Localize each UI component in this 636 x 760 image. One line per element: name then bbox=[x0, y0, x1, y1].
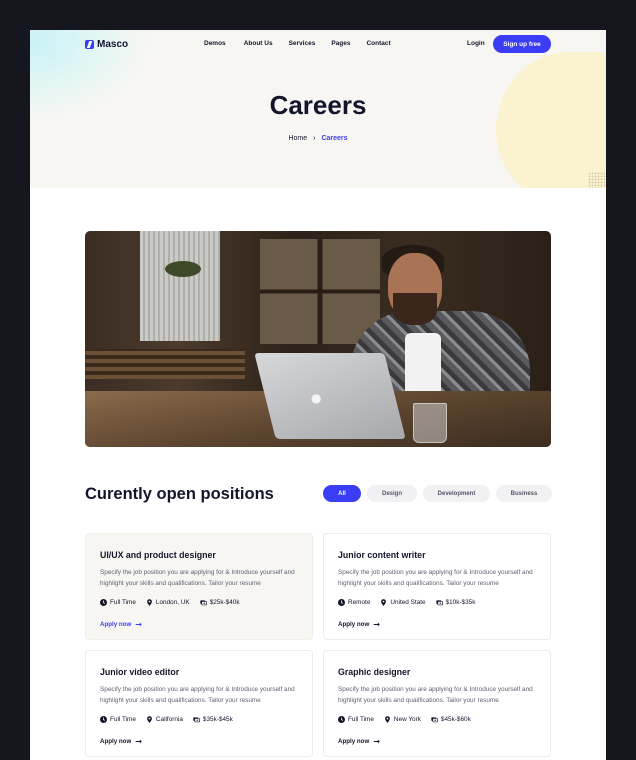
job-location: New York bbox=[384, 716, 421, 723]
apply-now-link[interactable]: Apply now → bbox=[338, 737, 380, 746]
photo-plant bbox=[165, 261, 201, 277]
photo-wall bbox=[140, 231, 220, 341]
arrow-right-icon: → bbox=[373, 620, 380, 629]
clock-icon bbox=[100, 599, 107, 606]
job-title: UI/UX and product designer bbox=[100, 550, 216, 560]
job-salary: $35k-$45k bbox=[193, 716, 233, 723]
location-pin-icon bbox=[147, 599, 152, 606]
job-meta: Full Time New York $45k-$60k bbox=[338, 716, 481, 723]
logo-bolt-icon bbox=[85, 40, 94, 49]
breadcrumb-separator-icon: › bbox=[313, 135, 316, 142]
location-pin-icon bbox=[385, 716, 390, 723]
hero-dot-pattern bbox=[588, 172, 606, 188]
nav-item-demos[interactable]: Demos bbox=[204, 40, 226, 47]
photo-laptop bbox=[254, 353, 406, 439]
clock-icon bbox=[338, 716, 345, 723]
money-icon bbox=[431, 717, 438, 723]
clock-icon bbox=[338, 599, 345, 606]
arrow-right-icon: → bbox=[135, 620, 142, 629]
apply-now-link[interactable]: Apply now → bbox=[338, 620, 380, 629]
money-icon bbox=[435, 600, 443, 606]
login-link[interactable]: Login bbox=[467, 40, 485, 47]
apple-logo-icon: ● bbox=[311, 391, 322, 405]
arrow-right-icon: → bbox=[135, 737, 142, 746]
signup-button[interactable]: Sign up free bbox=[493, 35, 551, 53]
breadcrumb: Home › Careers bbox=[30, 135, 606, 142]
clock-icon bbox=[100, 716, 107, 723]
hero-section: Masco Demos About Us Services Pages Cont… bbox=[30, 30, 606, 188]
job-salary: $45k-$60k bbox=[431, 716, 471, 723]
job-location: California bbox=[146, 716, 183, 723]
photo-bench bbox=[85, 349, 245, 379]
job-description: Specify the job position you are applyin… bbox=[100, 569, 295, 587]
money-icon bbox=[200, 600, 207, 606]
money-icon bbox=[193, 717, 200, 723]
job-type: Full Time bbox=[100, 599, 136, 606]
job-title: Junior video editor bbox=[100, 667, 180, 677]
nav-item-pages[interactable]: Pages bbox=[331, 40, 350, 47]
nav-item-about[interactable]: About Us bbox=[244, 40, 273, 47]
positions-title: Curently open positions bbox=[85, 485, 274, 503]
position-filters: All Design Development Business bbox=[323, 485, 552, 502]
job-title: Junior content writer bbox=[338, 550, 426, 560]
job-location: United State bbox=[380, 599, 426, 606]
job-title: Graphic designer bbox=[338, 667, 411, 677]
nav-item-contact[interactable]: Contact bbox=[366, 40, 390, 47]
main-menu: Demos About Us Services Pages Contact bbox=[204, 40, 391, 47]
job-card[interactable]: UI/UX and product designer Specify the j… bbox=[85, 533, 313, 640]
apply-now-link[interactable]: Apply now → bbox=[100, 737, 142, 746]
job-description: Specify the job position you are applyin… bbox=[338, 686, 533, 704]
page-frame: Masco Demos About Us Services Pages Cont… bbox=[30, 30, 606, 760]
photo-glass bbox=[413, 403, 447, 443]
filter-design[interactable]: Design bbox=[367, 485, 417, 502]
job-salary: $25k-$40k bbox=[200, 599, 240, 606]
job-meta: Full Time London, UK $25k-$40k bbox=[100, 599, 250, 606]
job-description: Specify the job position you are applyin… bbox=[338, 569, 533, 587]
filter-all[interactable]: All bbox=[323, 485, 361, 502]
nav-item-services[interactable]: Services bbox=[289, 40, 316, 47]
breadcrumb-home[interactable]: Home bbox=[288, 135, 307, 142]
job-description: Specify the job position you are applyin… bbox=[100, 686, 295, 704]
logo-text: Masco bbox=[97, 39, 129, 50]
job-type: Full Time bbox=[338, 716, 374, 723]
job-type: Full Time bbox=[100, 716, 136, 723]
filter-development[interactable]: Development bbox=[423, 485, 490, 502]
job-card[interactable]: Junior video editor Specify the job posi… bbox=[85, 650, 313, 757]
job-type: Remote bbox=[338, 599, 370, 606]
logo[interactable]: Masco bbox=[85, 39, 128, 50]
apply-now-link[interactable]: Apply now → bbox=[100, 620, 142, 629]
page-title: Careers bbox=[269, 90, 367, 120]
job-salary: $10k-$35k bbox=[435, 599, 475, 606]
photo-window bbox=[260, 239, 380, 344]
breadcrumb-current: Careers bbox=[321, 135, 348, 142]
job-card[interactable]: Junior content writer Specify the job po… bbox=[323, 533, 551, 640]
location-pin-icon bbox=[381, 599, 387, 606]
job-meta: Full Time California $35k-$45k bbox=[100, 716, 243, 723]
arrow-right-icon: → bbox=[373, 737, 380, 746]
job-meta: Remote United State $10k-$35k bbox=[338, 599, 485, 606]
photo-person-beard bbox=[393, 293, 437, 325]
top-nav: Masco Demos About Us Services Pages Cont… bbox=[30, 30, 606, 60]
location-pin-icon bbox=[147, 716, 152, 723]
job-card[interactable]: Graphic designer Specify the job positio… bbox=[323, 650, 551, 757]
filter-business[interactable]: Business bbox=[496, 485, 552, 502]
hero-photo: ● bbox=[85, 231, 551, 447]
job-location: London, UK bbox=[146, 599, 190, 606]
